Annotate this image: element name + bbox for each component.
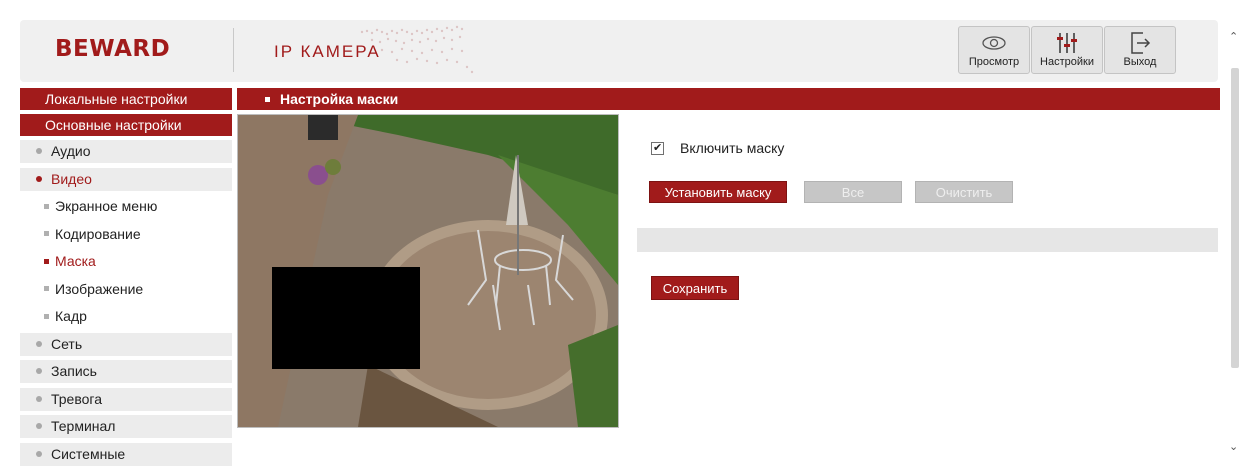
sidebar-item-label: Терминал — [51, 418, 116, 434]
bullet-icon — [36, 175, 42, 182]
bullet-icon — [44, 203, 49, 209]
product-subtitle: IP КАМЕРА — [274, 42, 381, 61]
sidebar-subitem-mask[interactable]: Маска — [20, 250, 232, 273]
brand-logo: BEWARD — [55, 36, 171, 62]
view-button[interactable]: Просмотр — [958, 26, 1030, 74]
section-title: Настройка маски — [280, 91, 399, 107]
bullet-icon — [36, 148, 42, 155]
section-title-bar: Настройка маски — [237, 88, 1220, 110]
sidebar-item-audio[interactable]: Аудио — [20, 140, 232, 163]
chevron-up-icon[interactable]: ⌃ — [1229, 30, 1238, 43]
settings-button[interactable]: Настройки — [1031, 26, 1103, 74]
sidebar-item-network[interactable]: Сеть — [20, 332, 232, 356]
sidebar-item-basic-settings[interactable]: Основные настройки — [20, 114, 232, 136]
enable-mask-checkbox[interactable]: ✔ — [651, 141, 664, 155]
exit-button[interactable]: Выход — [1104, 26, 1176, 74]
camera-preview[interactable] — [237, 114, 619, 428]
view-button-label: Просмотр — [968, 56, 1020, 68]
settings-button-label: Настройки — [1040, 56, 1094, 68]
sidebar-subitem-label: Экранное меню — [55, 198, 158, 214]
set-mask-button[interactable]: Установить маску — [649, 181, 787, 203]
sidebar-item-terminal[interactable]: Терминал — [20, 415, 232, 438]
bullet-icon — [44, 313, 49, 319]
sidebar-item-label: Аудио — [51, 143, 91, 159]
checkmark-icon: ✔ — [653, 141, 663, 154]
top-edge — [0, 0, 1242, 10]
privacy-mask-region[interactable] — [272, 267, 420, 369]
sidebar-subitem-frame[interactable]: Кадр — [20, 305, 232, 328]
sidebar-subitem-encoding[interactable]: Кодирование — [20, 223, 232, 246]
enable-mask-label: Включить маску — [680, 140, 785, 156]
chevron-down-icon[interactable]: ⌄ — [1229, 440, 1238, 453]
bullet-icon — [44, 258, 49, 264]
page-scrollbar[interactable]: ⌃ ⌄ — [1228, 20, 1242, 460]
sidebar-item-label: Видео — [51, 170, 92, 187]
sidebar-subitem-label: Кадр — [55, 308, 87, 324]
bullet-icon — [44, 231, 49, 237]
sliders-icon — [1032, 30, 1102, 56]
bullet-icon — [36, 395, 42, 402]
sidebar-subitem-osd[interactable]: Экранное меню — [20, 195, 232, 218]
eye-icon — [959, 30, 1029, 56]
sidebar: Локальные настройки Основные настройки А… — [20, 88, 232, 468]
sidebar-item-label: Тревога — [51, 390, 102, 407]
scrollbar-thumb[interactable] — [1231, 68, 1239, 368]
header: BEWARD IP КАМЕРА Просмотр Настройки Выхо… — [20, 20, 1218, 82]
sidebar-item-label: Системные — [51, 445, 126, 462]
save-button[interactable]: Сохранить — [651, 276, 739, 300]
sidebar-item-record[interactable]: Запись — [20, 360, 232, 383]
sidebar-item-local-settings[interactable]: Локальные настройки — [20, 88, 232, 110]
sidebar-subitem-label: Кодирование — [55, 225, 141, 242]
bullet-icon — [36, 368, 42, 375]
bullet-icon — [36, 340, 42, 347]
sidebar-item-alarm[interactable]: Тревога — [20, 387, 232, 411]
bullet-icon — [44, 286, 49, 292]
mask-status-bar — [637, 228, 1218, 252]
sidebar-item-label: Сеть — [51, 335, 83, 352]
sidebar-subitem-image[interactable]: Изображение — [20, 278, 232, 301]
sidebar-subitem-label: Маска — [55, 253, 96, 269]
exit-button-label: Выход — [1123, 56, 1157, 68]
header-divider — [233, 28, 234, 72]
sidebar-item-system[interactable]: Системные — [20, 442, 232, 466]
bullet-icon — [265, 96, 270, 102]
exit-icon — [1105, 30, 1175, 56]
sidebar-item-video[interactable]: Видео — [20, 167, 232, 191]
sidebar-item-label: Запись — [51, 363, 97, 379]
bullet-icon — [36, 423, 42, 430]
camera-image — [238, 115, 618, 427]
select-all-button[interactable]: Все — [804, 181, 902, 203]
sidebar-subitem-label: Изображение — [55, 280, 144, 297]
bullet-icon — [36, 450, 42, 457]
clear-button[interactable]: Очистить — [915, 181, 1013, 203]
